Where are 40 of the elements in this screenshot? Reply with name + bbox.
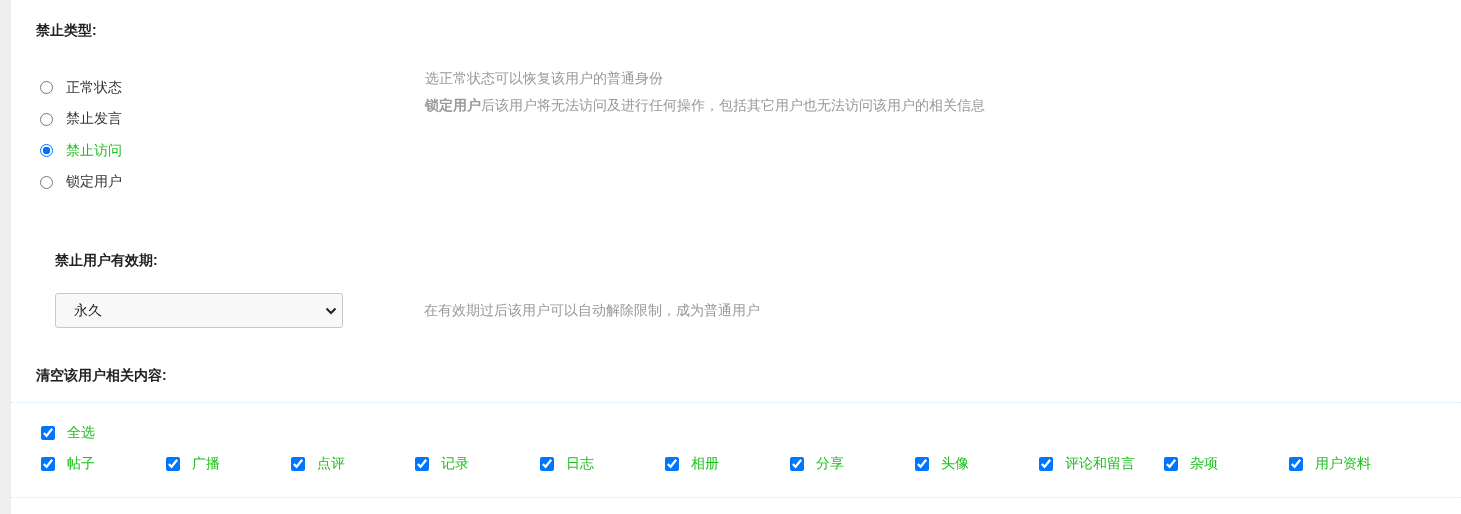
checkbox[interactable]	[665, 456, 679, 471]
section-heading: 禁止用户有效期:	[55, 251, 159, 269]
checkbox-label: 杂项	[1190, 454, 1219, 473]
checkbox-label: 点评	[316, 454, 345, 473]
checkbox[interactable]	[415, 456, 430, 471]
checkbox-label: 帖子	[67, 454, 95, 473]
checkbox-label: 广播	[191, 454, 220, 473]
checkbox[interactable]	[914, 456, 929, 471]
checkbox-label: 相册	[691, 454, 719, 473]
checkbox-label: 头像	[940, 454, 969, 473]
section-heading: 禁止类型:	[36, 21, 98, 39]
duration-dropdown[interactable]: 永久	[55, 293, 343, 328]
checkbox[interactable]	[290, 456, 305, 471]
checkbox[interactable]	[540, 456, 555, 471]
radio-label: 正常状态	[66, 78, 122, 97]
checkbox[interactable]	[1039, 456, 1054, 471]
radio-button[interactable]	[40, 81, 53, 95]
checkbox[interactable]	[41, 425, 55, 440]
checkbox[interactable]	[789, 456, 804, 471]
hint-text: 锁定用户后该用户将无法访问及进行任何操作，包括其它用户也无法访问该用户的相关信息	[425, 96, 985, 115]
hint-text: 在有效期过后该用户可以自动解除限制，成为普通用户	[424, 301, 760, 320]
checkbox-label: 全选	[67, 423, 95, 442]
checkbox-label: 分享	[815, 454, 844, 473]
checkbox-label: 记录	[441, 454, 470, 473]
checkbox-label: 日志	[566, 454, 595, 473]
radio-label: 锁定用户	[66, 173, 122, 192]
chevron-down-icon	[325, 306, 337, 315]
checkbox-label: 用户资料	[1314, 454, 1371, 473]
checkbox[interactable]	[41, 456, 55, 471]
radio-button[interactable]	[40, 175, 53, 189]
radio-button[interactable]	[40, 112, 53, 126]
checkbox[interactable]	[1288, 456, 1303, 471]
radio-label: 禁止发言	[66, 110, 122, 129]
checkbox[interactable]	[1164, 456, 1179, 471]
radio-button[interactable]	[40, 144, 53, 158]
radio-label: 禁止访问	[66, 141, 122, 160]
checkbox[interactable]	[165, 456, 180, 471]
section-heading: 清空该用户相关内容:	[36, 366, 168, 384]
hint-text: 选正常状态可以恢复该用户的普通身份	[425, 69, 664, 88]
checkbox-label: 评论和留言	[1065, 454, 1136, 473]
